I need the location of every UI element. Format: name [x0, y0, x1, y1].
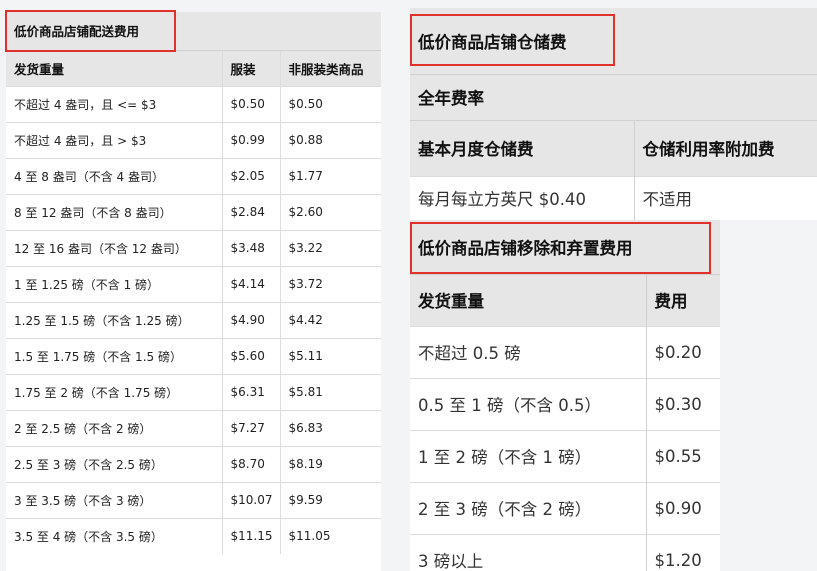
fee-cell: $0.90: [645, 481, 720, 534]
table-row: 1.75 至 2 磅（不含 1.75 磅） $6.31 $5.81: [6, 373, 381, 410]
non-apparel-fee-cell: $3.72: [279, 265, 381, 302]
weight-cell: 3 磅以上: [410, 533, 646, 571]
table-row: 1 至 2 磅（不含 1 磅） $0.55: [410, 429, 720, 482]
weight-cell: 1.25 至 1.5 磅（不含 1.25 磅）: [6, 301, 222, 338]
apparel-fee-cell: $4.90: [221, 301, 280, 338]
table-row: 2.5 至 3 磅（不含 2.5 磅） $8.70 $8.19: [6, 445, 381, 482]
storage-fee-subtitle: 全年费率: [410, 73, 817, 120]
non-apparel-fee-cell: $2.60: [279, 193, 381, 230]
table-row: 每月每立方英尺 $0.40 不适用: [410, 175, 817, 220]
column-header-monthly-storage: 基本月度仓储费: [410, 119, 634, 176]
weight-cell: 2.5 至 3 磅（不含 2.5 磅）: [6, 445, 222, 482]
storage-fee-title: 低价商品店铺仓储费: [410, 8, 817, 74]
non-apparel-fee-cell: $5.11: [279, 337, 381, 374]
table-header-row: 基本月度仓储费 仓储利用率附加费: [410, 119, 817, 176]
weight-cell: 8 至 12 盎司（不含 8 盎司）: [6, 193, 222, 230]
apparel-fee-cell: $5.60: [221, 337, 280, 374]
apparel-fee-cell: $6.31: [221, 373, 280, 410]
apparel-fee-cell: $0.99: [221, 121, 280, 158]
weight-cell: 12 至 16 盎司（不含 12 盎司）: [6, 229, 222, 266]
non-apparel-fee-cell: $3.22: [279, 229, 381, 266]
column-header-fee: 费用: [645, 273, 720, 326]
table-row: 不超过 4 盎司，且 > $3 $0.99 $0.88: [6, 121, 381, 158]
column-header-weight: 发货重量: [410, 273, 646, 326]
weight-cell: 2 至 2.5 磅（不含 2 磅）: [6, 409, 222, 446]
non-apparel-fee-cell: $6.83: [279, 409, 381, 446]
weight-cell: 不超过 0.5 磅: [410, 325, 646, 378]
table-row: 3.5 至 4 磅（不含 3.5 磅） $11.15 $11.05: [6, 517, 381, 554]
weight-cell: 1.5 至 1.75 磅（不含 1.5 磅）: [6, 337, 222, 374]
table-row: 1 至 1.25 磅（不含 1 磅） $4.14 $3.72: [6, 265, 381, 302]
weight-cell: 不超过 4 盎司，且 > $3: [6, 121, 222, 158]
non-apparel-fee-cell: $9.59: [279, 481, 381, 518]
apparel-fee-cell: $2.84: [221, 193, 280, 230]
removal-fee-title: 低价商品店铺移除和弃置费用: [410, 220, 720, 274]
monthly-storage-fee-cell: 每月每立方英尺 $0.40: [410, 175, 634, 220]
non-apparel-fee-cell: $5.81: [279, 373, 381, 410]
table-row: 3 磅以上 $1.20: [410, 533, 720, 571]
low-price-fulfillment-fee-table: 低价商品店铺配送费用 发货重量 服装 非服装类商品 不超过 4 盎司，且 <= …: [6, 12, 381, 571]
weight-cell: 3.5 至 4 磅（不含 3.5 磅）: [6, 517, 222, 554]
non-apparel-fee-cell: $0.50: [279, 85, 381, 122]
fulfillment-fee-title: 低价商品店铺配送费用: [6, 12, 381, 51]
weight-cell: 1 至 2 磅（不含 1 磅）: [410, 429, 646, 482]
table-row: 4 至 8 盎司（不含 4 盎司） $2.05 $1.77: [6, 157, 381, 194]
table-row: 1.25 至 1.5 磅（不含 1.25 磅） $4.90 $4.42: [6, 301, 381, 338]
low-price-storage-fee-table: 低价商品店铺仓储费 全年费率 基本月度仓储费 仓储利用率附加费 每月每立方英尺 …: [410, 8, 817, 220]
column-header-utilization-surcharge: 仓储利用率附加费: [633, 119, 817, 176]
column-header-apparel: 服装: [221, 50, 280, 86]
table-row: 12 至 16 盎司（不含 12 盎司） $3.48 $3.22: [6, 229, 381, 266]
weight-cell: 0.5 至 1 磅（不含 0.5）: [410, 377, 646, 430]
non-apparel-fee-cell: $0.88: [279, 121, 381, 158]
weight-cell: 2 至 3 磅（不含 2 磅）: [410, 481, 646, 534]
table-row: 2 至 3 磅（不含 2 磅） $0.90: [410, 481, 720, 534]
apparel-fee-cell: $4.14: [221, 265, 280, 302]
apparel-fee-cell: $10.07: [221, 481, 280, 518]
low-price-removal-disposal-fee-table: 低价商品店铺移除和弃置费用 发货重量 费用 不超过 0.5 磅 $0.20 0.5…: [410, 220, 720, 571]
weight-cell: 不超过 4 盎司，且 <= $3: [6, 85, 222, 122]
fee-cell: $0.30: [645, 377, 720, 430]
fee-cell: $0.55: [645, 429, 720, 482]
table-row: 3 至 3.5 磅（不含 3 磅） $10.07 $9.59: [6, 481, 381, 518]
apparel-fee-cell: $7.27: [221, 409, 280, 446]
table-header-row: 发货重量 服装 非服装类商品: [6, 50, 381, 86]
weight-cell: 1 至 1.25 磅（不含 1 磅）: [6, 265, 222, 302]
fee-cell: $0.20: [645, 325, 720, 378]
apparel-fee-cell: $2.05: [221, 157, 280, 194]
apparel-fee-cell: $0.50: [221, 85, 280, 122]
weight-cell: 4 至 8 盎司（不含 4 盎司）: [6, 157, 222, 194]
table-row: 2 至 2.5 磅（不含 2 磅） $7.27 $6.83: [6, 409, 381, 446]
non-apparel-fee-cell: $1.77: [279, 157, 381, 194]
non-apparel-fee-cell: $11.05: [279, 517, 381, 554]
fee-cell: $1.20: [645, 533, 720, 571]
table-header-row: 发货重量 费用: [410, 273, 720, 326]
table-row: 1.5 至 1.75 磅（不含 1.5 磅） $5.60 $5.11: [6, 337, 381, 374]
utilization-surcharge-cell: 不适用: [633, 175, 817, 220]
weight-cell: 3 至 3.5 磅（不含 3 磅）: [6, 481, 222, 518]
column-header-weight: 发货重量: [6, 50, 222, 86]
table-row: 不超过 0.5 磅 $0.20: [410, 325, 720, 378]
apparel-fee-cell: $3.48: [221, 229, 280, 266]
column-header-non-apparel: 非服装类商品: [279, 50, 381, 86]
table-row: 不超过 4 盎司，且 <= $3 $0.50 $0.50: [6, 85, 381, 122]
non-apparel-fee-cell: $4.42: [279, 301, 381, 338]
table-row: 8 至 12 盎司（不含 8 盎司） $2.84 $2.60: [6, 193, 381, 230]
non-apparel-fee-cell: $8.19: [279, 445, 381, 482]
table-row: 0.5 至 1 磅（不含 0.5） $0.30: [410, 377, 720, 430]
weight-cell: 1.75 至 2 磅（不含 1.75 磅）: [6, 373, 222, 410]
apparel-fee-cell: $8.70: [221, 445, 280, 482]
apparel-fee-cell: $11.15: [221, 517, 280, 554]
